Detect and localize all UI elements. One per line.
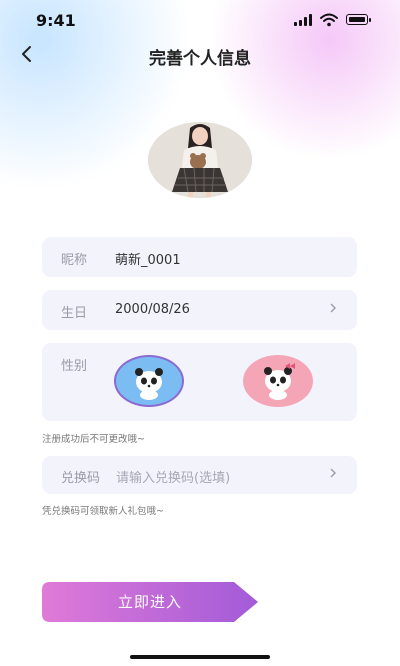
redeem-code-input[interactable]: 请输入兑换码(选填)	[116, 467, 230, 486]
male-option[interactable]: ♂	[114, 355, 184, 407]
avatar[interactable]	[148, 122, 252, 198]
status-bar: 9:41	[0, 0, 400, 40]
wifi-icon	[320, 13, 338, 27]
page-title: 完善个人信息	[149, 49, 251, 69]
birthday-label: 生日	[61, 306, 88, 321]
chevron-right-icon	[329, 302, 337, 318]
home-indicator	[130, 655, 270, 659]
female-option[interactable]: ♀	[243, 355, 313, 407]
battery-icon	[346, 14, 368, 25]
male-symbol: ♂	[144, 389, 154, 399]
nickname-field[interactable]: 昵称 萌新_0001	[42, 237, 357, 277]
redeem-code-field[interactable]: 兑换码 请输入兑换码(选填)	[42, 456, 357, 494]
birthday-field[interactable]: 生日 2000/08/26	[42, 290, 357, 330]
background	[0, 0, 400, 666]
gender-hint: 注册成功后不可更改哦~	[42, 434, 145, 445]
enter-button-label: 立即进入	[117, 593, 182, 611]
gender-label: 性别	[61, 359, 88, 374]
birthday-value: 2000/08/26	[115, 302, 190, 317]
nickname-label: 昵称	[61, 253, 88, 268]
enter-button[interactable]: 立即进入	[42, 582, 258, 622]
chevron-right-icon	[329, 467, 337, 483]
status-time: 9:41	[36, 11, 76, 30]
nickname-value[interactable]: 萌新_0001	[115, 249, 181, 268]
female-symbol: ♀	[274, 391, 282, 401]
redeem-code-label: 兑换码	[61, 471, 101, 486]
redeem-hint: 凭兑换码可领取新人礼包哦~	[42, 506, 164, 517]
signal-icon	[294, 14, 312, 26]
gender-field: 性别 ♂ ♀	[42, 343, 357, 421]
battery-tip	[369, 18, 371, 22]
avatar-photo	[148, 122, 252, 198]
